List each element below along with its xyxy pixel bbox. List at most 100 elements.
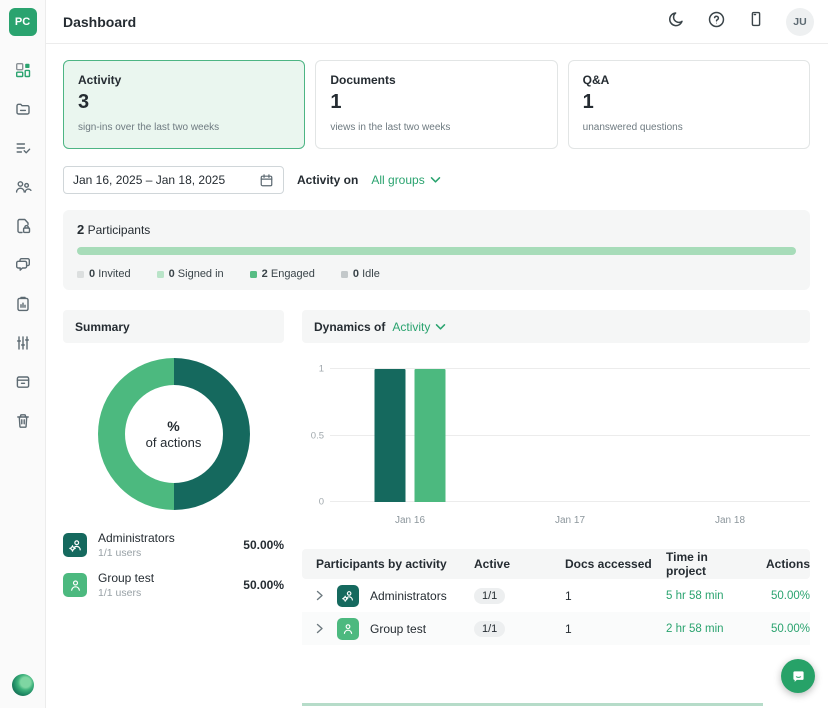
bar-group	[374, 369, 445, 502]
mobile-app-button[interactable]	[746, 12, 766, 32]
documents-folder-icon	[14, 100, 32, 123]
group-users: 1/1 users	[98, 547, 175, 559]
summary-group-administrators[interactable]: Administrators 1/1 users 50.00%	[63, 531, 284, 559]
moon-icon	[667, 10, 685, 33]
card-title: Q&A	[583, 73, 795, 87]
trash-icon	[14, 412, 32, 435]
group-users: 1/1 users	[98, 587, 154, 599]
y-axis-tick: 1	[302, 364, 324, 375]
group-percent: 50.00%	[243, 578, 284, 592]
bar-chart-x-labels: Jan 16Jan 17Jan 18	[330, 515, 810, 526]
topbar-actions: JU	[666, 8, 814, 36]
sidebar-item-document-permissions[interactable]	[14, 219, 32, 237]
clipboard-chart-icon	[14, 295, 32, 318]
brand-sphere-logo[interactable]	[12, 674, 34, 696]
donut-center-top: %	[167, 418, 179, 434]
top-bar: Dashboard JU	[46, 0, 828, 44]
admin-group-icon	[63, 533, 87, 557]
legend-label: Invited	[98, 268, 130, 280]
archive-box-icon	[14, 373, 32, 396]
member-group-icon	[63, 573, 87, 597]
legend-item-engaged: 2 Engaged	[250, 268, 315, 280]
list-check-icon	[14, 139, 32, 162]
stat-card-documents[interactable]: Documents 1 views in the last two weeks	[315, 60, 557, 149]
calendar-icon	[259, 173, 274, 188]
x-axis-label: Jan 17	[490, 515, 650, 526]
legend-item-invited: 0 Invited	[77, 268, 131, 280]
chevron-down-icon	[430, 176, 441, 184]
sidebar-item-archive[interactable]	[14, 375, 32, 393]
next-section-divider	[302, 703, 763, 706]
actions-percent-value: 50.00%	[740, 590, 810, 602]
docs-accessed-value: 1	[565, 622, 666, 636]
chat-bubble-icon	[790, 668, 807, 685]
dynamics-metric-selector[interactable]: Activity	[392, 320, 446, 334]
sidebar-item-users[interactable]	[14, 180, 32, 198]
user-avatar[interactable]: JU	[786, 8, 814, 36]
legend-item-idle: 0 Idle	[341, 268, 380, 280]
sidebar-item-trash[interactable]	[14, 414, 32, 432]
chat-bubbles-icon	[14, 256, 32, 279]
table-header-row: Participants by activity Active Docs acc…	[302, 549, 810, 579]
expand-chevron-icon[interactable]	[316, 590, 324, 601]
participants-progress-bar	[77, 247, 796, 255]
summary-group-test[interactable]: Group test 1/1 users 50.00%	[63, 571, 284, 599]
sidebar-nav	[14, 63, 32, 432]
dynamics-header: Dynamics of Activity	[302, 310, 810, 343]
sidebar-item-reports[interactable]	[14, 297, 32, 315]
card-value: 1	[583, 91, 795, 114]
document-lock-icon	[14, 217, 32, 240]
card-title: Documents	[330, 73, 542, 87]
table-row-administrators[interactable]: Administrators 1/1 1 5 hr 58 min 50.00%	[302, 579, 810, 612]
member-group-icon	[337, 618, 359, 640]
summary-panel: Summary % of actions	[63, 310, 284, 645]
card-caption: views in the last two weeks	[330, 122, 542, 133]
participants-legend: 0 Invited 0 Signed in 2 Engaged 0 Idle	[77, 268, 796, 280]
col-active: Active	[474, 557, 565, 571]
activity-bar-chart[interactable]: 00.51 Jan 16Jan 17Jan 18	[302, 369, 810, 526]
dark-mode-button[interactable]	[666, 12, 686, 32]
sidebar-item-checklist[interactable]	[14, 141, 32, 159]
legend-swatch	[157, 271, 164, 278]
card-caption: sign-ins over the last two weeks	[78, 122, 290, 133]
stat-cards: Activity 3 sign-ins over the last two we…	[63, 60, 810, 149]
actions-donut-chart[interactable]: % of actions	[98, 358, 250, 510]
legend-label: Idle	[362, 268, 380, 280]
legend-label: Signed in	[178, 268, 224, 280]
y-axis-tick: 0	[302, 497, 324, 508]
col-actions: Actions	[740, 557, 810, 571]
group-percent: 50.00%	[243, 538, 284, 552]
stat-card-activity[interactable]: Activity 3 sign-ins over the last two we…	[63, 60, 305, 149]
sidebar-item-documents[interactable]	[14, 102, 32, 120]
dashboard-grid-icon	[14, 61, 32, 84]
stat-card-qa[interactable]: Q&A 1 unanswered questions	[568, 60, 810, 149]
expand-chevron-icon[interactable]	[316, 623, 324, 634]
donut-center: % of actions	[125, 385, 223, 483]
participants-title: 2 Participants	[77, 222, 796, 237]
table-row-group-test[interactable]: Group test 1/1 1 2 hr 58 min 50.00%	[302, 612, 810, 645]
activity-on-label: Activity on	[297, 173, 358, 187]
legend-count: 2	[262, 268, 268, 280]
app-window: PC	[0, 0, 828, 708]
users-icon	[14, 178, 32, 201]
live-chat-button[interactable]	[781, 659, 815, 693]
bar-chart-plot: 00.51	[330, 369, 810, 502]
help-button[interactable]	[706, 12, 726, 32]
bar-group-test[interactable]	[414, 369, 445, 502]
workspace-logo[interactable]: PC	[9, 8, 37, 36]
bar-administrators[interactable]	[374, 369, 405, 502]
legend-swatch	[77, 271, 84, 278]
summary-legend: Administrators 1/1 users 50.00% Group te…	[63, 531, 284, 599]
legend-swatch	[250, 271, 257, 278]
active-badge: 1/1	[474, 588, 505, 604]
admin-group-icon	[337, 585, 359, 607]
sidebar-item-chats[interactable]	[14, 258, 32, 276]
group-selector[interactable]: All groups	[371, 173, 440, 187]
group-name: Group test	[98, 571, 154, 585]
group-selector-value: All groups	[371, 173, 424, 187]
x-axis-label: Jan 16	[330, 515, 490, 526]
x-axis-label: Jan 18	[650, 515, 810, 526]
sidebar-item-dashboard[interactable]	[14, 63, 32, 81]
sidebar-item-adjustments[interactable]	[14, 336, 32, 354]
date-range-picker[interactable]: Jan 16, 2025 – Jan 18, 2025	[63, 166, 284, 194]
